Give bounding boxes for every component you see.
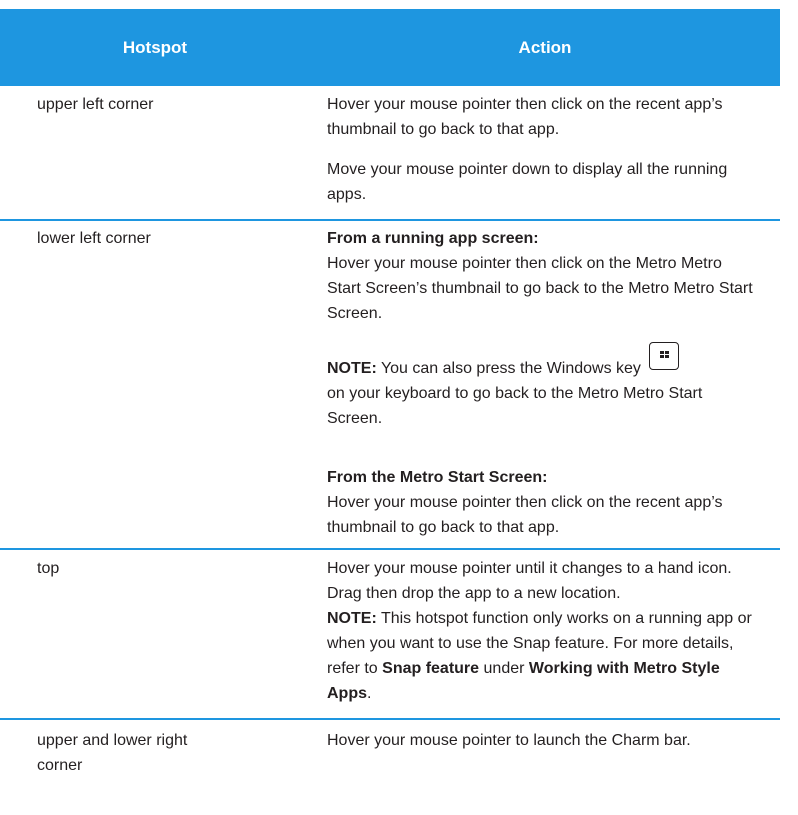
- row-1-action-text: Hover your mouse pointer then click on t…: [327, 96, 723, 138]
- row-1-hotspot: upper left corner: [37, 96, 154, 113]
- row-1-action: Hover your mouse pointer then click on t…: [327, 92, 757, 207]
- row-2-subtext-2: Hover your mouse pointer then click on t…: [327, 494, 723, 536]
- note-label: NOTE:: [327, 360, 377, 377]
- row-separator: [0, 219, 780, 221]
- row-3-action-text: Hover your mouse pointer until it change…: [327, 560, 732, 602]
- windows-key-icon: [649, 342, 680, 370]
- row-1-action-text-2: Move your mouse pointer down to display …: [327, 161, 728, 203]
- row-2-subtext-1: Hover your mouse pointer then click on t…: [327, 255, 753, 322]
- table-header: Hotspot Action: [0, 9, 780, 86]
- row-2-action: From a running app screen: Hover your mo…: [327, 226, 757, 540]
- row-3-hotspot: top: [37, 560, 60, 577]
- note-ref-snap: Snap feature: [382, 660, 480, 677]
- header-action: Action: [518, 38, 572, 57]
- note-text: You can also press the Windows key: [380, 360, 641, 377]
- row-2-subheading-2: From the Metro Start Screen:: [327, 469, 548, 486]
- row-separator: [0, 718, 780, 720]
- row-4-action-text: Hover your mouse pointer to launch the C…: [327, 732, 691, 749]
- row-3-note: NOTE: This hotspot function only works o…: [327, 606, 757, 706]
- row-separator: [0, 548, 780, 550]
- note-period: .: [367, 685, 372, 702]
- row-2-hotspot: lower left corner: [37, 230, 151, 247]
- note-text-after: on your keyboard to go back to the Metro…: [327, 385, 703, 427]
- row-4-action: Hover your mouse pointer to launch the C…: [327, 728, 757, 753]
- note-text: under: [483, 660, 525, 677]
- row-2-note: NOTE: You can also press the Windows key…: [327, 342, 757, 431]
- header-hotspot: Hotspot: [122, 38, 188, 57]
- note-label: NOTE:: [327, 610, 377, 627]
- hotspot-table: Hotspot Action upper left corner Hover y…: [0, 0, 798, 815]
- row-2-subheading-1: From a running app screen:: [327, 230, 539, 247]
- row-4-hotspot: upper and lower right corner: [37, 732, 188, 774]
- row-3-action: Hover your mouse pointer until it change…: [327, 556, 757, 706]
